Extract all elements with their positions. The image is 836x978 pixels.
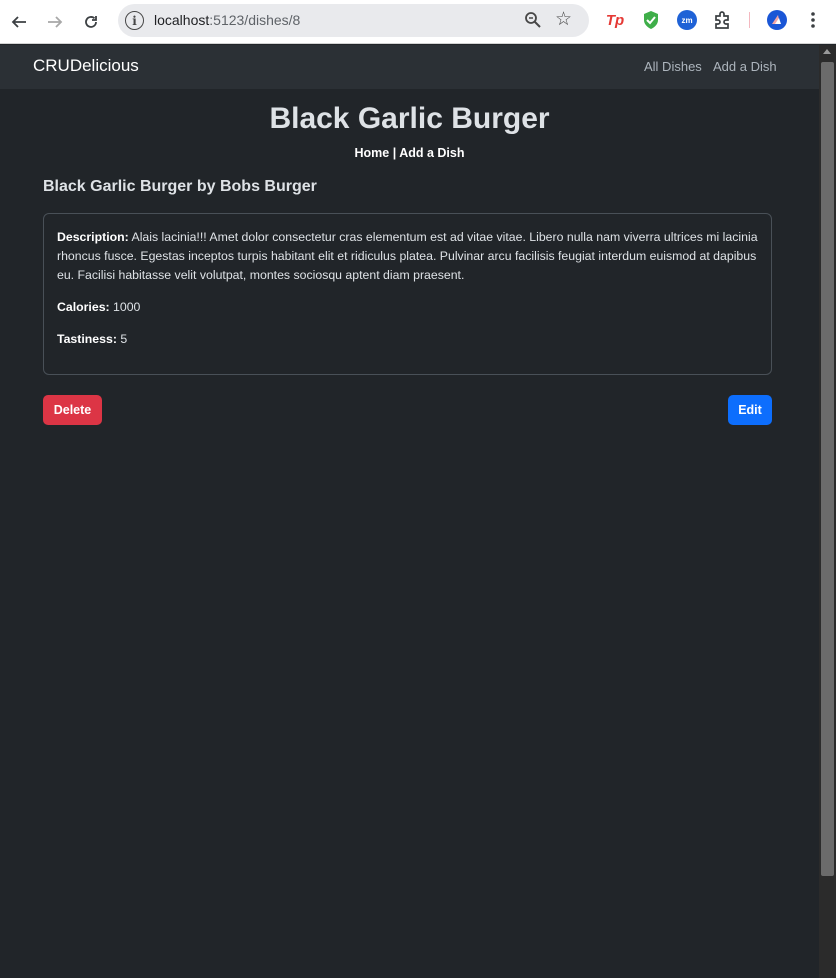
tastiness-row: Tastiness: 5 — [57, 330, 758, 349]
reload-icon — [85, 16, 97, 28]
delete-button[interactable]: Delete — [43, 395, 102, 425]
toolbar-divider — [749, 12, 750, 28]
url-path: :5123/dishes/8 — [209, 12, 301, 28]
page-title: Black Garlic Burger — [269, 102, 550, 135]
extensions-puzzle-icon[interactable] — [713, 10, 733, 30]
description-row: Description: Alais lacinia!!! Amet dolor… — [57, 228, 758, 285]
tastiness-label: Tastiness: — [57, 332, 117, 346]
info-icon[interactable]: i — [125, 11, 144, 30]
kebab-menu-icon[interactable] — [803, 10, 823, 30]
calories-row: Calories: 1000 — [57, 298, 758, 317]
page-viewport: CRUDelicious All Dishes Add a Dish Black… — [0, 45, 819, 978]
calories-label: Calories: — [57, 300, 110, 314]
arrow-right-icon — [48, 16, 63, 28]
nav-add-dish[interactable]: Add a Dish — [713, 59, 777, 74]
vertical-scrollbar[interactable] — [819, 45, 836, 978]
star-icon[interactable]: ☆ — [555, 8, 572, 31]
address-bar[interactable]: i localhost:5123/dishes/8 ☆ — [118, 4, 589, 37]
back-button[interactable] — [5, 8, 33, 36]
breadcrumb-separator: | — [389, 146, 400, 160]
breadcrumb-home[interactable]: Home — [354, 146, 389, 160]
description-text: Alais lacinia!!! Amet dolor consectetur … — [57, 230, 758, 282]
profile-avatar-icon[interactable] — [767, 10, 787, 30]
scroll-up-arrow-icon[interactable] — [823, 49, 831, 54]
dish-details-card: Description: Alais lacinia!!! Amet dolor… — [43, 213, 772, 375]
shield-extension-icon[interactable] — [641, 10, 661, 30]
browser-toolbar: i localhost:5123/dishes/8 ☆ Tp zm — [0, 0, 836, 44]
url-host: localhost — [154, 12, 210, 28]
brand-link[interactable]: CRUDelicious — [33, 56, 139, 76]
dish-subheading: Black Garlic Burger by Bobs Burger — [43, 178, 317, 195]
breadcrumb: Home | Add a Dish — [0, 146, 819, 160]
breadcrumb-add-dish[interactable]: Add a Dish — [399, 146, 464, 160]
calories-value: 1000 — [109, 300, 141, 314]
scrollbar-thumb[interactable] — [821, 62, 834, 876]
reload-button[interactable] — [77, 8, 105, 36]
forward-button[interactable] — [41, 8, 69, 36]
tp-extension-icon[interactable]: Tp — [605, 10, 625, 30]
zoom-icon[interactable] — [523, 10, 543, 30]
site-navbar: CRUDelicious All Dishes Add a Dish — [0, 45, 819, 89]
nav-all-dishes[interactable]: All Dishes — [644, 59, 702, 74]
tastiness-value: 5 — [116, 332, 128, 346]
edit-button[interactable]: Edit — [728, 395, 772, 425]
description-label: Description: — [57, 230, 129, 244]
arrow-left-icon — [11, 16, 26, 28]
url-text[interactable]: localhost:5123/dishes/8 — [154, 12, 300, 28]
zoom-extension-icon[interactable]: zm — [677, 10, 697, 30]
